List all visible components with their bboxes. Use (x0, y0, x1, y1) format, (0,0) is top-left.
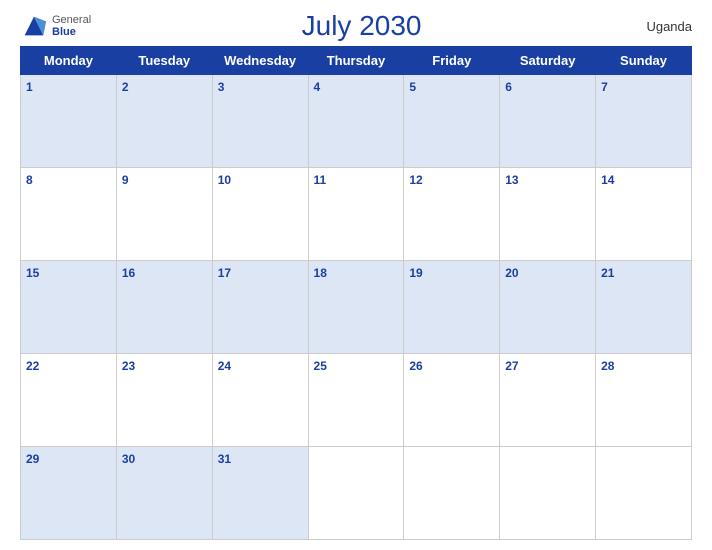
day-number-18: 18 (314, 266, 327, 280)
weekday-header-row: MondayTuesdayWednesdayThursdayFridaySatu… (21, 47, 692, 75)
day-cell-23: 23 (116, 354, 212, 447)
logo-text: General Blue (52, 14, 91, 38)
day-number-4: 4 (314, 80, 321, 94)
day-number-1: 1 (26, 80, 33, 94)
day-cell-11: 11 (308, 168, 404, 261)
day-cell-3: 3 (212, 75, 308, 168)
logo-general: General (52, 14, 91, 26)
day-number-25: 25 (314, 359, 327, 373)
day-number-22: 22 (26, 359, 39, 373)
day-number-14: 14 (601, 173, 614, 187)
day-cell-17: 17 (212, 261, 308, 354)
country-label: Uganda (632, 19, 692, 34)
day-cell-12: 12 (404, 168, 500, 261)
day-cell-13: 13 (500, 168, 596, 261)
day-cell-14: 14 (596, 168, 692, 261)
logo-blue: Blue (52, 26, 91, 38)
empty-cell (500, 447, 596, 540)
week-row-5: 29 30 31 (21, 447, 692, 540)
day-number-27: 27 (505, 359, 518, 373)
day-cell-18: 18 (308, 261, 404, 354)
day-cell-1: 1 (21, 75, 117, 168)
empty-cell (404, 447, 500, 540)
day-number-2: 2 (122, 80, 129, 94)
day-number-6: 6 (505, 80, 512, 94)
day-cell-25: 25 (308, 354, 404, 447)
day-cell-27: 27 (500, 354, 596, 447)
day-number-30: 30 (122, 452, 135, 466)
day-number-10: 10 (218, 173, 231, 187)
day-number-8: 8 (26, 173, 33, 187)
day-number-5: 5 (409, 80, 416, 94)
week-row-4: 22 23 24 25 26 27 28 (21, 354, 692, 447)
weekday-header-sunday: Sunday (596, 47, 692, 75)
day-number-19: 19 (409, 266, 422, 280)
week-row-2: 8 9 10 11 12 13 14 (21, 168, 692, 261)
day-cell-2: 2 (116, 75, 212, 168)
day-cell-19: 19 (404, 261, 500, 354)
day-number-29: 29 (26, 452, 39, 466)
day-cell-15: 15 (21, 261, 117, 354)
day-number-3: 3 (218, 80, 225, 94)
day-cell-9: 9 (116, 168, 212, 261)
day-number-23: 23 (122, 359, 135, 373)
day-number-28: 28 (601, 359, 614, 373)
day-cell-16: 16 (116, 261, 212, 354)
day-number-16: 16 (122, 266, 135, 280)
week-row-3: 15 16 17 18 19 20 21 (21, 261, 692, 354)
day-cell-29: 29 (21, 447, 117, 540)
day-cell-8: 8 (21, 168, 117, 261)
day-cell-28: 28 (596, 354, 692, 447)
day-number-15: 15 (26, 266, 39, 280)
day-cell-7: 7 (596, 75, 692, 168)
day-number-9: 9 (122, 173, 129, 187)
day-number-26: 26 (409, 359, 422, 373)
day-number-31: 31 (218, 452, 231, 466)
generalblue-icon (20, 12, 48, 40)
day-number-13: 13 (505, 173, 518, 187)
day-cell-22: 22 (21, 354, 117, 447)
day-cell-20: 20 (500, 261, 596, 354)
top-bar: General Blue July 2030 Uganda (20, 10, 692, 42)
logo: General Blue (20, 12, 91, 40)
weekday-header-friday: Friday (404, 47, 500, 75)
day-cell-21: 21 (596, 261, 692, 354)
day-number-7: 7 (601, 80, 608, 94)
day-number-20: 20 (505, 266, 518, 280)
empty-cell (308, 447, 404, 540)
day-number-17: 17 (218, 266, 231, 280)
weekday-header-saturday: Saturday (500, 47, 596, 75)
day-cell-31: 31 (212, 447, 308, 540)
calendar-title: July 2030 (91, 10, 632, 42)
day-cell-4: 4 (308, 75, 404, 168)
week-row-1: 1 2 3 4 5 6 7 (21, 75, 692, 168)
empty-cell (596, 447, 692, 540)
day-cell-5: 5 (404, 75, 500, 168)
weekday-header-thursday: Thursday (308, 47, 404, 75)
day-cell-30: 30 (116, 447, 212, 540)
day-number-21: 21 (601, 266, 614, 280)
day-number-24: 24 (218, 359, 231, 373)
day-cell-10: 10 (212, 168, 308, 261)
calendar-table: MondayTuesdayWednesdayThursdayFridaySatu… (20, 46, 692, 540)
day-cell-6: 6 (500, 75, 596, 168)
weekday-header-wednesday: Wednesday (212, 47, 308, 75)
weekday-header-tuesday: Tuesday (116, 47, 212, 75)
day-number-12: 12 (409, 173, 422, 187)
day-cell-26: 26 (404, 354, 500, 447)
day-number-11: 11 (314, 173, 327, 187)
day-cell-24: 24 (212, 354, 308, 447)
weekday-header-monday: Monday (21, 47, 117, 75)
